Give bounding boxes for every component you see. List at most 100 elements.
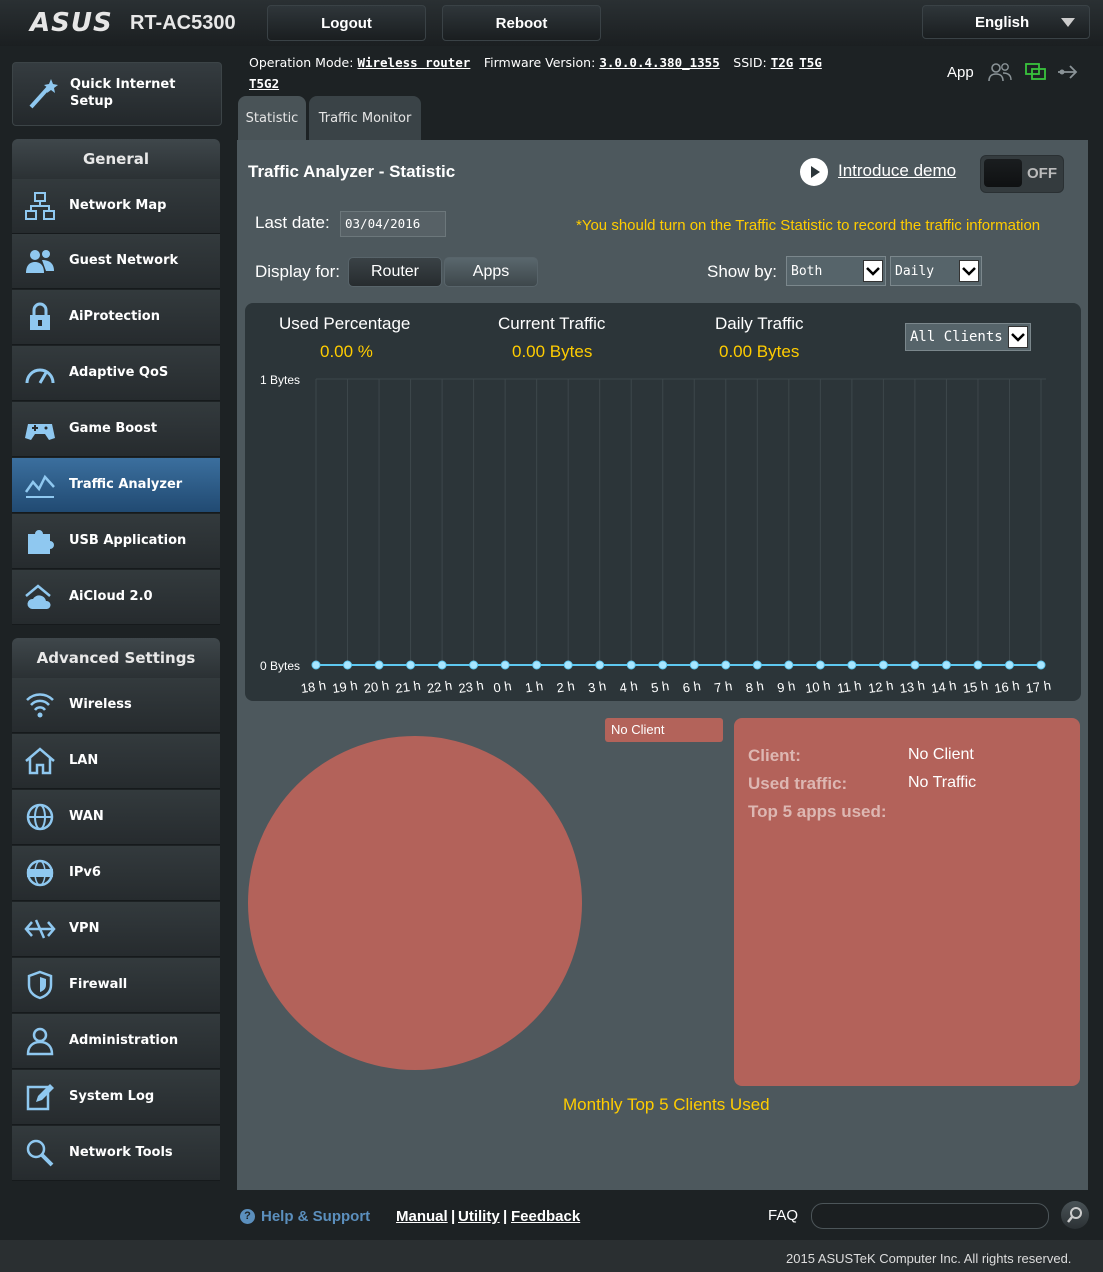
guest-network-icon (26, 250, 54, 273)
apps-button[interactable]: Apps (444, 257, 538, 287)
data-point (689, 660, 699, 670)
sidebar-item-network-tools[interactable]: Network Tools (12, 1126, 220, 1181)
sidebar-item-wireless[interactable]: Wireless (12, 678, 220, 733)
x-tick-label: 1 h (524, 678, 544, 695)
sidebar-item-label: Adaptive QoS (69, 365, 169, 380)
firmware-label: Firmware Version: (483, 55, 596, 70)
y-tick-label: 1 Bytes (260, 373, 300, 387)
data-point (658, 660, 668, 670)
x-tick-label: 20 h (363, 678, 390, 696)
data-point (815, 660, 825, 670)
sidebar-item-label: VPN (69, 921, 100, 936)
traffic-statistic-toggle[interactable]: OFF (980, 155, 1064, 193)
sidebar-item-label: IPv6 (69, 865, 101, 880)
last-date-value: 03/04/2016 (345, 216, 421, 231)
introduce-demo-link[interactable]: Introduce demo (838, 161, 956, 181)
sidebar-item-firewall[interactable]: Firewall (12, 958, 220, 1013)
sidebar-item-vpn[interactable]: VPN (12, 902, 220, 957)
sidebar-item-label: Wireless (69, 697, 132, 712)
firmware-link[interactable]: 3.0.0.4.380_1355 (599, 55, 719, 70)
tab-traffic-monitor[interactable]: Traffic Monitor (309, 96, 421, 140)
faq-search-input[interactable] (811, 1203, 1049, 1229)
sidebar-item-guest-network[interactable]: Guest Network (12, 234, 220, 289)
sidebar-item-label: Firewall (69, 977, 128, 992)
ssid-link-t5g[interactable]: T5G (799, 55, 822, 70)
language-select[interactable]: English (922, 5, 1090, 39)
show-by-direction-select[interactable]: Both (786, 256, 886, 286)
op-mode-link[interactable]: Wireless router (357, 55, 470, 70)
data-point (878, 660, 888, 670)
ssid-label: SSID: (733, 55, 767, 70)
op-mode-label: Operation Mode: (249, 55, 354, 70)
usb-icon[interactable] (1056, 62, 1080, 82)
y-tick-label: 0 Bytes (260, 659, 300, 673)
sidebar-item-network-map[interactable]: Network Map (12, 179, 220, 234)
sidebar-item-traffic-analyzer[interactable]: Traffic Analyzer (12, 458, 220, 513)
search-button[interactable] (1061, 1201, 1089, 1229)
ssid-link-t2g[interactable]: T2G (771, 55, 794, 70)
language-value: English (975, 13, 1030, 31)
reboot-button[interactable]: Reboot (442, 5, 601, 41)
model-name: RT-AC5300 (130, 12, 236, 34)
copyright: 2015 ASUSTeK Computer Inc. All rights re… (786, 1251, 1072, 1266)
chevron-down-icon (1061, 18, 1075, 27)
x-tick-label: 2 h (556, 678, 576, 695)
magic-wand-icon (29, 79, 58, 109)
vpn-icon (24, 919, 56, 939)
help-icon: ? (240, 1209, 255, 1224)
used-traffic-label: Used traffic: (748, 774, 848, 793)
sidebar-item-wan[interactable]: WAN (12, 790, 220, 845)
network-status-icon[interactable] (1024, 62, 1048, 82)
data-point (941, 660, 951, 670)
wifi-icon (26, 693, 54, 718)
utility-link[interactable]: Utility (458, 1208, 500, 1225)
edit-log-icon (26, 1084, 54, 1111)
sidebar-item-system-log[interactable]: System Log (12, 1070, 220, 1125)
sidebar-item-adaptive-qos[interactable]: Adaptive QoS (12, 346, 220, 401)
traffic-chart-icon (24, 474, 55, 498)
x-tick-label: 17 h (1025, 678, 1052, 696)
logout-button[interactable]: Logout (267, 5, 426, 41)
x-tick-label: 14 h (930, 678, 957, 696)
x-tick-label: 3 h (587, 678, 607, 695)
quick-internet-setup-button[interactable]: Quick Internet Setup (12, 62, 222, 126)
display-for-label: Display for: (255, 262, 341, 281)
data-point (752, 660, 762, 670)
data-point (721, 660, 731, 670)
sidebar-item-aiprotection[interactable]: AiProtection (12, 290, 220, 345)
data-point (595, 660, 605, 670)
data-point (437, 660, 447, 670)
ssid-link-t5g2[interactable]: T5G2 (249, 76, 279, 91)
gamepad-icon (25, 424, 55, 440)
play-icon[interactable] (800, 158, 828, 186)
sidebar-item-game-boost[interactable]: Game Boost (12, 402, 220, 457)
sidebar-item-ipv6[interactable]: IPv6 (12, 846, 220, 901)
user-icon (26, 1027, 54, 1056)
sidebar-item-label: Game Boost (69, 421, 158, 436)
help-support-link[interactable]: Help & Support (261, 1208, 370, 1225)
select-value: Daily (895, 263, 935, 279)
show-by-label: Show by: (707, 262, 777, 281)
sidebar-item-label: Network Tools (69, 1145, 173, 1160)
pie-title: Monthly Top 5 Clients Used (563, 1095, 770, 1114)
manual-link[interactable]: Manual (396, 1208, 448, 1225)
last-date-field[interactable]: 03/04/2016 (340, 211, 446, 237)
clients-icon[interactable] (988, 62, 1012, 82)
separator: | (451, 1208, 456, 1225)
show-by-period-select[interactable]: Daily (890, 256, 982, 286)
sidebar-item-usb-application[interactable]: USB Application (12, 514, 220, 569)
x-tick-label: 12 h (867, 678, 894, 696)
sidebar-item-label: Administration (69, 1033, 179, 1048)
app-link[interactable]: App (947, 64, 974, 81)
sidebar-item-aicloud[interactable]: AiCloud 2.0 (12, 570, 220, 625)
data-point (626, 660, 636, 670)
data-point (500, 660, 510, 670)
home-icon (25, 747, 55, 775)
router-button[interactable]: Router (348, 257, 442, 287)
feedback-link[interactable]: Feedback (511, 1208, 580, 1225)
sidebar-item-administration[interactable]: Administration (12, 1014, 220, 1069)
sidebar-item-lan[interactable]: LAN (12, 734, 220, 789)
toggle-state: OFF (1027, 165, 1057, 182)
advanced-settings-header: Advanced Settings (12, 638, 220, 678)
tab-statistic[interactable]: Statistic (238, 96, 306, 140)
